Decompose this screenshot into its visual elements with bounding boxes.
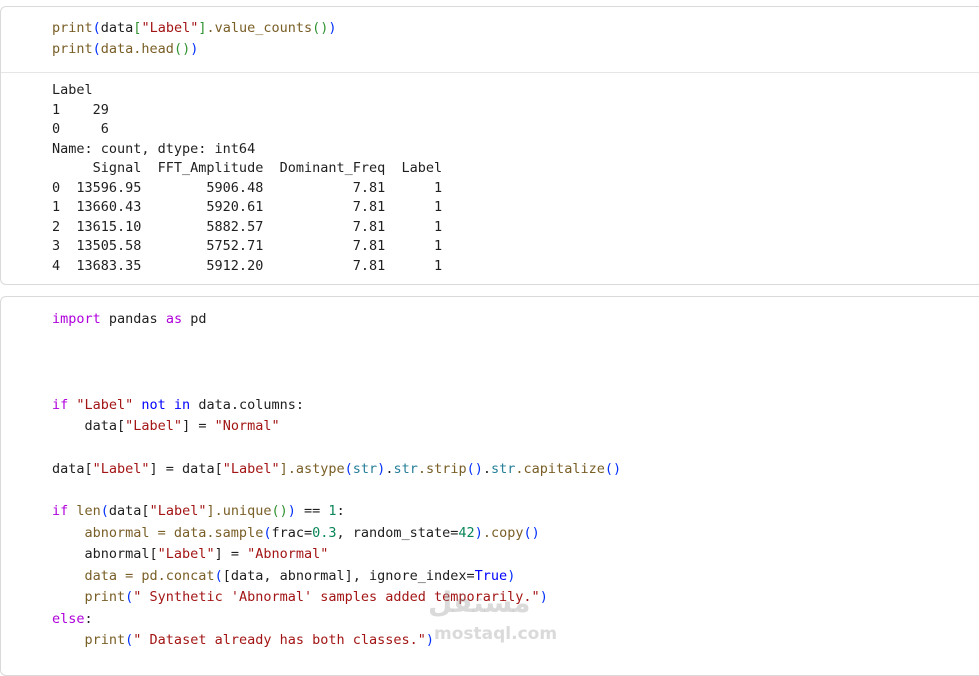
dataframe-row: 0 13596.95 5906.48 7.81 1 [52,179,443,196]
notebook-cell-1[interactable]: print(data["Label"].value_counts()) prin… [0,6,979,285]
output-line: Name: count, dtype: int64 [52,140,256,157]
dataframe-row: 4 13683.35 5912.20 7.81 1 [52,257,443,274]
code-line: abnormal = data.sample(frac=0.3, random_… [52,525,540,541]
notebook-cell-2[interactable]: import pandas as pd if "Label" not in da… [0,296,979,676]
output-line: 0 6 [52,121,109,137]
output-line: 1 29 [52,101,109,118]
code-line: print(data.head()) [52,41,199,57]
dataframe-header: Signal FFT_Amplitude Dominant_Freq Label [52,160,443,176]
code-line: data["Label"] = "Normal" [52,418,280,434]
dataframe-row: 1 13660.43 5920.61 7.81 1 [52,199,443,215]
code-line: else: [52,611,93,627]
code-line: print(data["Label"].value_counts()) [52,20,337,36]
code-line: data = pd.concat([data, abnormal], ignor… [52,568,516,584]
code-line: if len(data["Label"].unique()) == 1: [52,503,345,519]
code-line: import pandas as pd [52,311,207,327]
dataframe-row: 2 13615.10 5882.57 7.81 1 [52,218,443,235]
code-line: if "Label" not in data.columns: [52,397,304,413]
code-line: print(" Synthetic 'Abnormal' samples add… [52,589,548,605]
output-line: Label [52,82,93,98]
cell-output: Label 1 29 0 6 Name: count, dtype: int64… [1,72,979,274]
code-line: print(" Dataset already has both classes… [52,632,435,648]
code-line: data["Label"] = data["Label"].astype(str… [52,461,622,477]
code-line: abnormal["Label"] = "Abnormal" [52,546,329,562]
dataframe-row: 3 13505.58 5752.71 7.81 1 [52,238,443,254]
